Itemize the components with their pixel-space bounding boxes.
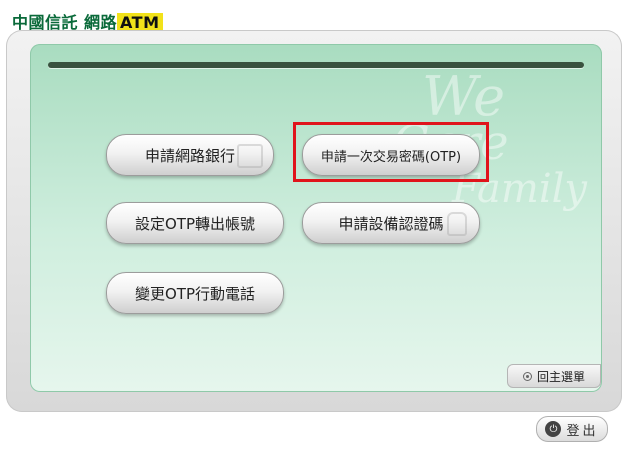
logout-button[interactable]: ⏻ 登出 xyxy=(536,416,608,442)
panel-rail xyxy=(48,62,584,68)
set-otp-transfer-account-button[interactable]: 設定OTP轉出帳號 xyxy=(106,202,284,244)
circle-arrow-icon xyxy=(522,371,532,381)
power-icon: ⏻ xyxy=(545,421,562,437)
monitor-icon xyxy=(237,144,263,168)
page-title: 中國信託 網路 ATM xyxy=(12,10,163,32)
lock-icon xyxy=(447,212,467,236)
change-otp-mobile-button[interactable]: 變更OTP行動電話 xyxy=(106,272,284,314)
back-to-main-menu-button[interactable]: 回主選單 xyxy=(507,364,601,388)
apply-online-banking-button[interactable]: 申請網路銀行 xyxy=(106,134,274,176)
apply-device-auth-code-button[interactable]: 申請設備認證碼 xyxy=(302,202,480,244)
selection-highlight xyxy=(293,122,489,182)
